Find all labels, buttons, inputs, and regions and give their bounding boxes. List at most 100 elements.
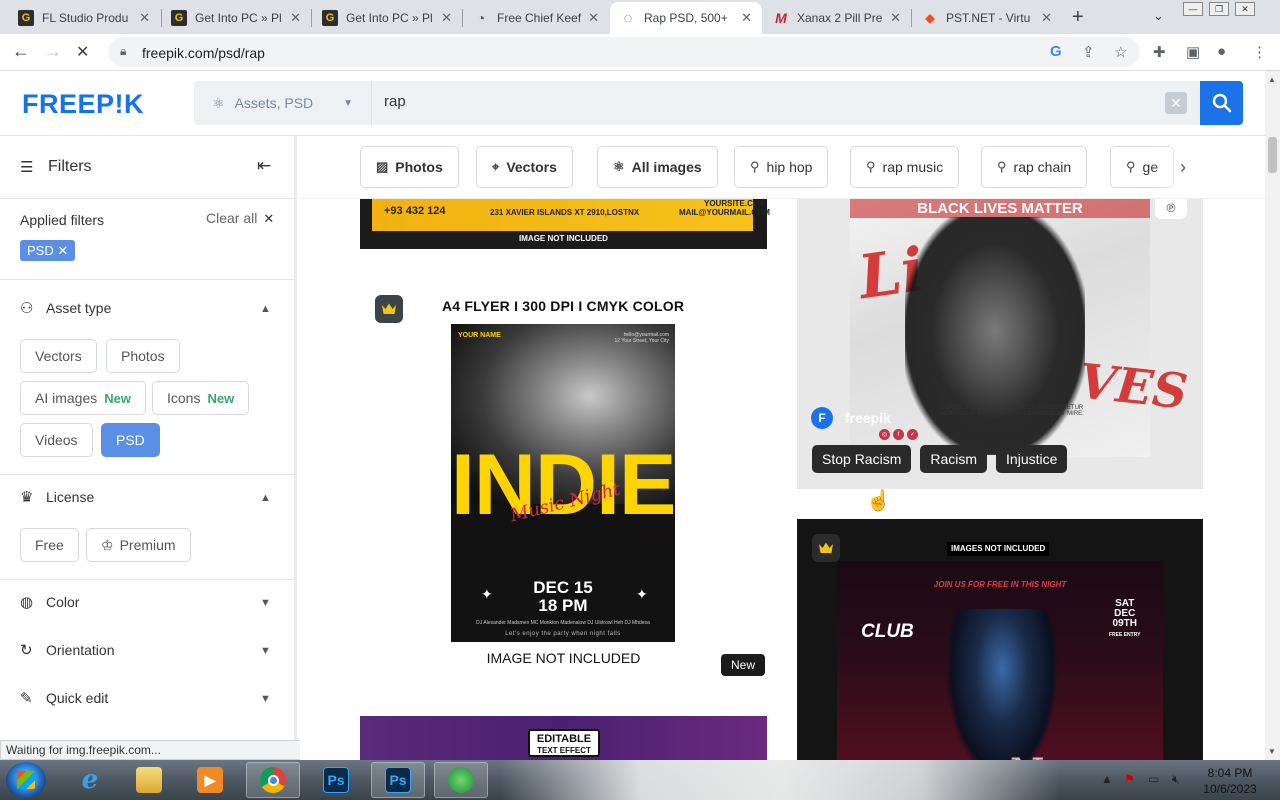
result-card[interactable]: EDITABLE TEXT EFFECT: [360, 716, 767, 760]
stop-loading-icon[interactable]: ✕: [76, 42, 89, 62]
asset-type-dropdown[interactable]: ⚛ Assets, PSD ▼: [194, 81, 372, 125]
side-panel-icon[interactable]: ▣: [1186, 43, 1200, 61]
ai-sparkle-icon: ⚛: [212, 94, 225, 111]
category-vectors[interactable]: ⌖ Vectors: [476, 146, 573, 188]
related-search-rap-chain[interactable]: ⚲ rap chain: [981, 146, 1088, 188]
applied-chip-label: PSD: [27, 243, 54, 258]
license-chip-free[interactable]: Free: [20, 528, 79, 562]
chevron-down-icon[interactable]: ▼: [260, 645, 271, 657]
close-icon[interactable]: ✕: [441, 10, 452, 26]
category-photos[interactable]: ▨ Photos: [360, 146, 459, 188]
taskbar-photoshop[interactable]: Ps: [371, 762, 425, 798]
browser-tab-active[interactable]: ◌ Rap PSD, 500+ ✕: [610, 2, 762, 34]
taskbar-chrome[interactable]: [246, 762, 300, 798]
taskbar-file-explorer[interactable]: [122, 762, 176, 798]
forward-arrow-icon[interactable]: →: [44, 41, 62, 62]
tag-racism[interactable]: Racism: [920, 445, 988, 473]
flag-alert-icon[interactable]: ⚑: [1124, 772, 1135, 786]
lock-icon[interactable]: 🔒︎: [120, 44, 126, 59]
browser-tab[interactable]: G FL Studio Produ ✕: [8, 2, 160, 34]
pinterest-icon[interactable]: ℗: [1155, 199, 1187, 219]
scrollbar-thumb[interactable]: [1268, 137, 1277, 173]
close-icon[interactable]: ✕: [588, 10, 599, 26]
clear-all-button[interactable]: Clear all ✕: [206, 210, 274, 227]
close-icon[interactable]: ✕: [290, 10, 301, 26]
volume-muted-icon[interactable]: 🔇︎: [1172, 772, 1180, 787]
close-icon[interactable]: ✕: [890, 10, 901, 26]
taskbar-photoshop-installer[interactable]: Ps: [309, 762, 363, 798]
chevron-up-icon[interactable]: ▲: [260, 303, 271, 315]
flyer-contact-band: +93 432 124 231 XAVIER ISLANDS XT 2910,L…: [372, 199, 770, 231]
orientation-section-toggle[interactable]: ↻ Orientation: [20, 641, 114, 659]
page-scrollbar[interactable]: ▲ ▼: [1265, 71, 1280, 760]
url-text[interactable]: freepik.com/psd/rap: [142, 45, 265, 61]
browser-tab[interactable]: G Get Into PC » Pl ✕: [161, 2, 311, 34]
related-search-hip-hop[interactable]: ⚲ hip hop: [734, 146, 829, 188]
taskbar-media-player[interactable]: ▶: [183, 762, 237, 798]
close-icon[interactable]: ✕: [741, 10, 752, 26]
license-chip-premium[interactable]: ♔ Premium: [86, 528, 191, 562]
new-tab-icon[interactable]: +: [1072, 6, 1084, 29]
search-input[interactable]: [384, 93, 1084, 110]
license-section-toggle[interactable]: ♛ License: [20, 488, 94, 506]
result-card[interactable]: +93 432 124 231 XAVIER ISLANDS XT 2910,L…: [360, 199, 770, 249]
flyer-contact: hello@yourmail.com 12 Your Street, Your C…: [615, 332, 669, 344]
tag-injustice[interactable]: Injustice: [996, 445, 1068, 473]
category-all-images[interactable]: ⚛ All images: [597, 146, 718, 188]
browser-tab[interactable]: G Get Into PC » Pl ✕: [312, 2, 462, 34]
share-icon[interactable]: ⇪: [1082, 43, 1095, 61]
window-close-icon[interactable]: ✕: [1235, 2, 1255, 16]
result-card-hovered[interactable]: BLACK LIVES MATTER Li VES Ffreepik LOREM…: [797, 199, 1203, 489]
applied-filter-chip-psd[interactable]: PSD ✕: [20, 240, 76, 261]
remove-filter-icon[interactable]: ✕: [57, 243, 68, 258]
scroll-down-arrow-icon[interactable]: ▼: [1268, 747, 1276, 756]
asset-type-section-toggle[interactable]: ⚇ Asset type: [20, 299, 111, 317]
extensions-puzzle-icon[interactable]: ✚: [1153, 43, 1166, 61]
close-icon[interactable]: ✕: [139, 10, 150, 26]
system-clock[interactable]: 8:04 PM 10/6/2023: [1200, 765, 1260, 797]
divider: [0, 579, 294, 580]
quick-edit-section-toggle[interactable]: ✎ Quick edit: [20, 689, 108, 707]
asset-chip-vectors[interactable]: Vectors: [20, 339, 97, 373]
start-button[interactable]: [6, 762, 46, 798]
search-button[interactable]: [1200, 81, 1243, 125]
browser-tab[interactable]: ◔ Free Chief Keef ✕: [463, 2, 609, 34]
scroll-up-arrow-icon[interactable]: ▲: [1268, 75, 1276, 84]
minimize-icon[interactable]: —: [1183, 2, 1203, 16]
search-bar: ⚛ Assets, PSD ▼ ✕: [194, 81, 1243, 125]
browser-tab[interactable]: ◆ PST.NET - Virtu ✕: [912, 2, 1062, 34]
result-card[interactable]: A4 FLYER I 300 DPI I CMYK COLOR YOUR NAM…: [360, 284, 767, 679]
new-badge: New: [721, 654, 766, 676]
address-bar[interactable]: 🔒︎ freepik.com/psd/rap G ⇪ ☆: [108, 37, 1140, 67]
chrome-menu-icon[interactable]: ⋮: [1252, 43, 1267, 61]
asset-chip-photos[interactable]: Photos: [106, 339, 180, 373]
color-section-toggle[interactable]: ◍ Color: [20, 593, 79, 611]
taskbar-internet-explorer[interactable]: e: [63, 762, 117, 798]
clear-search-icon[interactable]: ✕: [1165, 92, 1187, 114]
taskbar-network-app[interactable]: [434, 762, 488, 798]
asset-chip-ai-images[interactable]: AI images New: [20, 381, 146, 415]
network-icon[interactable]: ▭: [1148, 772, 1159, 786]
chevron-down-icon[interactable]: ▼: [260, 597, 271, 609]
asset-chip-videos[interactable]: Videos: [20, 423, 93, 457]
related-search-rap-music[interactable]: ⚲ rap music: [850, 146, 960, 188]
profile-avatar-icon[interactable]: ●: [1217, 43, 1226, 60]
show-hidden-icons-icon[interactable]: ▲: [1101, 772, 1113, 786]
chevron-down-icon[interactable]: ▼: [260, 693, 271, 705]
back-arrow-icon[interactable]: ←: [12, 41, 30, 62]
result-card[interactable]: IMAGES NOT INCLUDED JOIN US FOR FREE IN …: [797, 519, 1203, 760]
close-icon[interactable]: ✕: [1041, 10, 1052, 26]
tag-stop-racism[interactable]: Stop Racism: [812, 445, 912, 473]
asset-chip-psd[interactable]: PSD: [101, 423, 160, 457]
browser-tab[interactable]: M Xanax 2 Pill Pre ✕: [763, 2, 911, 34]
brand-name: freepik: [845, 410, 891, 426]
tab-search-chevron-icon[interactable]: ⌄: [1153, 8, 1164, 24]
chevron-up-icon[interactable]: ▲: [260, 492, 271, 504]
chevron-right-icon[interactable]: ›: [1180, 157, 1186, 178]
asset-chip-icons[interactable]: Icons New: [152, 381, 250, 415]
collapse-sidebar-icon[interactable]: ⇤: [257, 156, 271, 176]
bookmark-star-icon[interactable]: ☆: [1114, 43, 1127, 61]
restore-icon[interactable]: ❐: [1209, 2, 1229, 16]
google-lens-icon[interactable]: G: [1050, 43, 1062, 60]
freepik-logo[interactable]: FREEP!K: [22, 89, 144, 120]
